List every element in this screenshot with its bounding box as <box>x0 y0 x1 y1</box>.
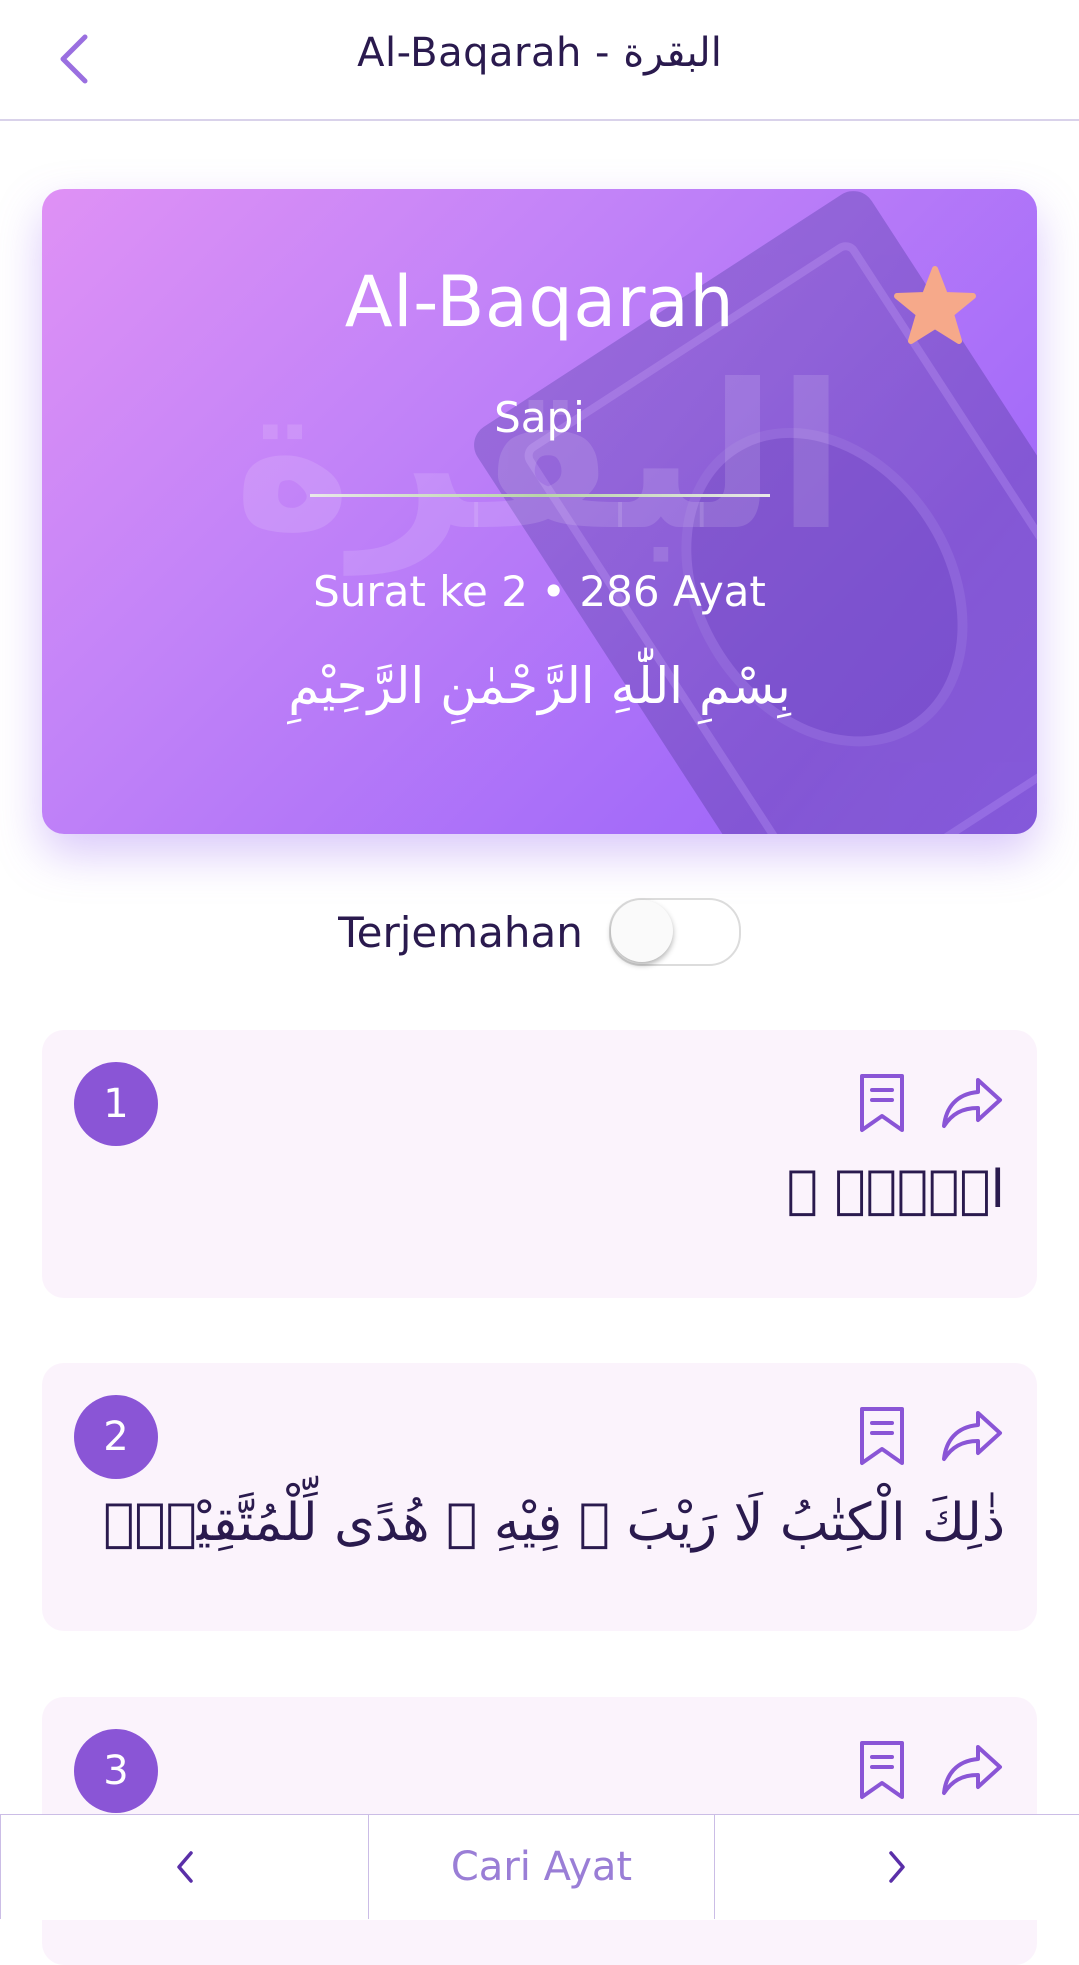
bookmark-button[interactable] <box>854 1072 910 1134</box>
ayah-arabic-text: ذٰلِكَ الْكِتٰبُ لَا رَيْبَ ۛ فِيْهِ ۛ ه… <box>103 1493 1005 1553</box>
toggle-knob <box>610 900 673 962</box>
share-button[interactable] <box>940 1741 1004 1799</box>
surah-info: Surat ke 2 • 286 Ayat <box>313 567 766 616</box>
next-surah-button[interactable] <box>714 1815 1079 1919</box>
bookmark-button[interactable] <box>854 1405 910 1467</box>
star-icon <box>894 266 976 344</box>
share-button[interactable] <box>940 1074 1004 1132</box>
ayah-card: 2 ذٰلِكَ الْكِتٰبُ لَا رَيْبَ ۛ فِيْهِ ۛ… <box>42 1363 1037 1631</box>
ayah-number-badge: 1 <box>74 1062 158 1146</box>
surah-info-card: البقرة Al-Baqarah Sapi Surat ke 2 • 286 … <box>42 189 1037 834</box>
ayah-number-badge: 2 <box>74 1395 158 1479</box>
card-divider <box>310 494 770 497</box>
app-header: Al-Baqarah - البقرة <box>0 0 1079 121</box>
surah-name: Al-Baqarah <box>344 261 735 343</box>
bookmark-icon <box>860 1741 904 1799</box>
chevron-right-icon <box>889 1851 905 1883</box>
surah-arabic-watermark: البقرة <box>233 342 846 575</box>
bookmark-button[interactable] <box>854 1739 910 1801</box>
ayah-number-badge: 3 <box>74 1729 158 1813</box>
bottom-navigation: Cari Ayat <box>0 1814 1079 1920</box>
ayah-card: 1 الۤمّۤ ۚ <box>42 1030 1037 1298</box>
translation-toggle[interactable] <box>608 898 741 966</box>
bismillah-calligraphy: بِسْمِ اللّٰهِ الرَّحْمٰنِ الرَّحِيْمِ <box>288 657 791 715</box>
surah-meaning: Sapi <box>494 393 585 442</box>
search-ayah-button[interactable]: Cari Ayat <box>368 1815 714 1919</box>
share-arrow-icon <box>942 1411 1002 1461</box>
share-button[interactable] <box>940 1407 1004 1465</box>
favorite-button[interactable] <box>890 261 980 351</box>
chevron-left-icon <box>176 1851 193 1883</box>
translation-toggle-row: Terjemahan <box>0 897 1079 967</box>
ayah-arabic-text: الۤمّۤ ۚ <box>786 1160 1005 1220</box>
bookmark-icon <box>860 1074 904 1132</box>
page-title: Al-Baqarah - البقرة <box>357 30 722 76</box>
share-arrow-icon <box>942 1078 1002 1128</box>
previous-surah-button[interactable] <box>0 1815 368 1919</box>
share-arrow-icon <box>942 1745 1002 1795</box>
translation-toggle-label: Terjemahan <box>338 907 583 957</box>
bookmark-icon <box>860 1407 904 1465</box>
